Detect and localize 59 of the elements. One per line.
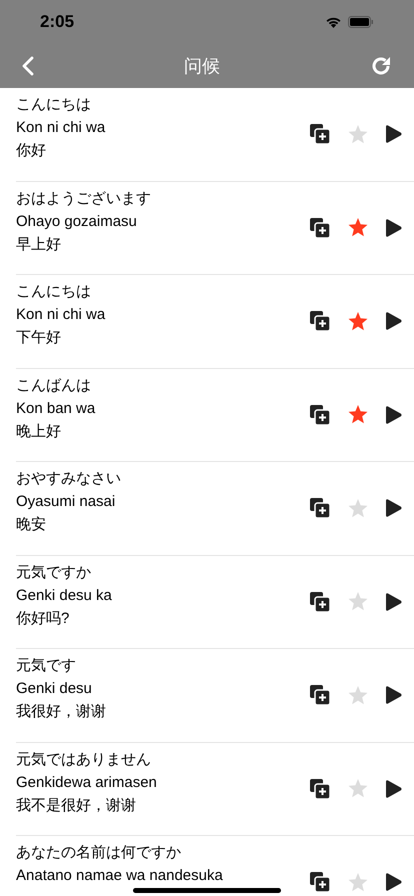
back-icon[interactable]: [22, 56, 34, 76]
add-copy-icon[interactable]: [310, 311, 330, 332]
play-icon[interactable]: [386, 778, 402, 799]
add-copy-icon[interactable]: [310, 124, 330, 144]
wifi-icon: [325, 16, 342, 28]
japanese-text: こんにちは: [16, 282, 92, 302]
romaji-text: Genki desu: [16, 679, 93, 699]
romaji-text: Genkidewa arimasen: [16, 772, 158, 792]
status-time: 2:05: [40, 11, 74, 34]
romaji-text: Kon ni chi wa: [16, 305, 106, 325]
romaji-text: Anatano namae wa nandesuka: [16, 866, 224, 886]
romaji-text: Kon ban wa: [16, 398, 96, 418]
nav-title: 问候: [184, 54, 220, 78]
romaji-text: Genki desu ka: [16, 586, 113, 606]
battery-icon: [348, 16, 374, 28]
play-icon[interactable]: [386, 872, 402, 892]
star-icon[interactable]: [348, 872, 368, 892]
japanese-text: こんにちは: [16, 95, 92, 115]
play-icon[interactable]: [386, 124, 402, 144]
chinese-text: 你好吗?: [16, 608, 70, 628]
chinese-text: 下午好: [16, 328, 62, 348]
japanese-text: おやすみなさい: [16, 469, 122, 489]
refresh-icon[interactable]: [370, 55, 392, 77]
chinese-text: 晚安: [16, 515, 47, 535]
chinese-text: 我不是很好，谢谢: [16, 796, 137, 816]
chinese-text: 早上好: [16, 234, 62, 254]
chinese-text: 晚上好: [16, 422, 62, 442]
chinese-text: 你好: [16, 141, 47, 161]
japanese-text: 元気ではありません: [16, 750, 152, 770]
add-copy-icon[interactable]: [310, 404, 330, 425]
romaji-text: Ohayo gozaimasu: [16, 212, 138, 232]
star-icon[interactable]: [348, 592, 368, 612]
star-icon[interactable]: [348, 312, 368, 331]
star-icon[interactable]: [348, 498, 368, 518]
japanese-text: おはようございます: [16, 188, 152, 208]
play-icon[interactable]: [386, 218, 402, 238]
star-icon[interactable]: [348, 686, 368, 705]
chinese-text: 我很好，谢谢: [16, 702, 107, 722]
star-icon[interactable]: [348, 124, 368, 144]
play-icon[interactable]: [386, 404, 402, 425]
japanese-text: こんばんは: [16, 376, 92, 396]
star-icon[interactable]: [348, 405, 368, 424]
romaji-text: Oyasumi nasai: [16, 492, 116, 512]
add-copy-icon[interactable]: [310, 685, 330, 706]
star-icon[interactable]: [348, 218, 368, 238]
play-icon[interactable]: [386, 311, 402, 332]
play-icon[interactable]: [386, 498, 402, 518]
romaji-text: Kon ni chi wa: [16, 118, 106, 138]
star-icon[interactable]: [348, 779, 368, 798]
add-copy-icon[interactable]: [310, 498, 330, 518]
play-icon[interactable]: [386, 685, 402, 706]
add-copy-icon[interactable]: [310, 592, 330, 612]
japanese-text: あなたの名前は何ですか: [16, 843, 182, 863]
add-copy-icon[interactable]: [310, 218, 330, 238]
add-copy-icon[interactable]: [310, 872, 330, 892]
japanese-text: 元気です: [16, 656, 77, 676]
add-copy-icon[interactable]: [310, 778, 330, 799]
play-icon[interactable]: [386, 592, 402, 612]
japanese-text: 元気ですか: [16, 562, 92, 582]
